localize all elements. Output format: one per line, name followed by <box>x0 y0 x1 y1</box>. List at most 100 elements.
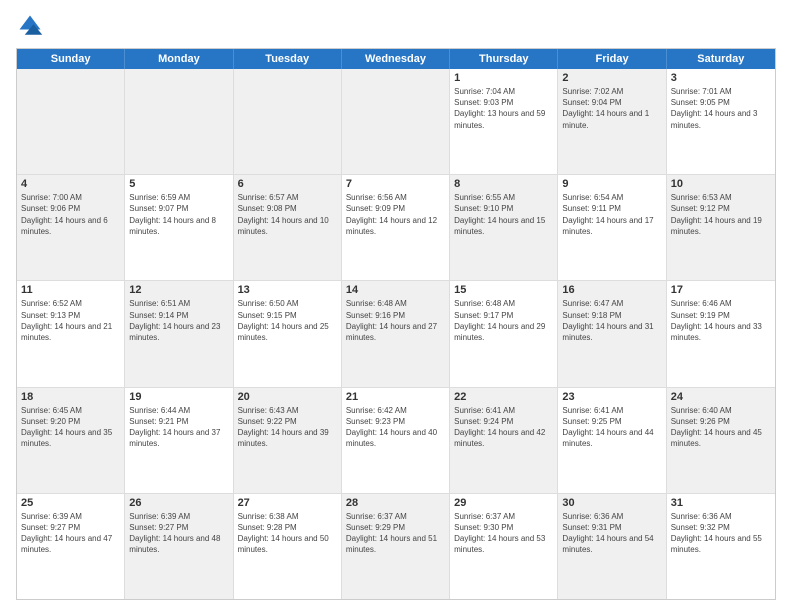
day-number: 31 <box>671 497 771 509</box>
cal-cell-23: 23Sunrise: 6:41 AM Sunset: 9:25 PM Dayli… <box>558 388 666 493</box>
cell-info: Sunrise: 7:00 AM Sunset: 9:06 PM Dayligh… <box>21 192 120 237</box>
cal-cell-2: 2 Sunrise: 7:02 AM Sunset: 9:04 PM Daylig… <box>558 69 666 174</box>
cell-info: Sunrise: 6:48 AM Sunset: 9:17 PM Dayligh… <box>454 298 553 343</box>
cal-cell-9: 9 Sunrise: 6:54 AM Sunset: 9:11 PM Daylig… <box>558 175 666 280</box>
day-number: 24 <box>671 391 771 403</box>
cal-cell-8: 8 Sunrise: 6:55 AM Sunset: 9:10 PM Daylig… <box>450 175 558 280</box>
cal-cell-25: 25 Sunrise: 6:39 AM Sunset: 9:27 PM Dayli… <box>17 494 125 599</box>
cell-info: Sunrise: 6:54 AM Sunset: 9:11 PM Dayligh… <box>562 192 661 237</box>
cell-info: Sunrise: 6:47 AM Sunset: 9:18 PM Dayligh… <box>562 298 661 343</box>
logo-icon <box>16 12 44 40</box>
cell-info: Sunrise: 6:50 AM Sunset: 9:15 PM Dayligh… <box>238 298 337 343</box>
day-number: 22 <box>454 391 553 403</box>
day-number: 11 <box>21 284 120 296</box>
day-number: 26 <box>129 497 228 509</box>
cell-info: Sunrise: 6:55 AM Sunset: 9:10 PM Dayligh… <box>454 192 553 237</box>
day-number: 13 <box>238 284 337 296</box>
cal-cell-28: 28 Sunrise: 6:37 AM Sunset: 9:29 PM Dayli… <box>342 494 450 599</box>
logo <box>16 12 48 40</box>
cal-cell-20: 20 Sunrise: 6:43 AM Sunset: 9:22 PM Dayli… <box>234 388 342 493</box>
cal-cell-6: 6 Sunrise: 6:57 AM Sunset: 9:08 PM Daylig… <box>234 175 342 280</box>
cal-cell-29: 29 Sunrise: 6:37 AM Sunset: 9:30 PM Dayli… <box>450 494 558 599</box>
cell-info: Sunrise: 6:37 AM Sunset: 9:30 PM Dayligh… <box>454 511 553 556</box>
page: SundayMondayTuesdayWednesdayThursdayFrid… <box>0 0 792 612</box>
cal-cell-11: 11 Sunrise: 6:52 AM Sunset: 9:13 PM Dayli… <box>17 281 125 386</box>
day-number: 10 <box>671 178 771 190</box>
cal-cell-13: 13 Sunrise: 6:50 AM Sunset: 9:15 PM Dayli… <box>234 281 342 386</box>
day-number: 17 <box>671 284 771 296</box>
day-number: 21 <box>346 391 445 403</box>
day-number: 4 <box>21 178 120 190</box>
header-day-wednesday: Wednesday <box>342 49 450 69</box>
day-number: 28 <box>346 497 445 509</box>
cell-info: Sunrise: 6:39 AM Sunset: 9:27 PM Dayligh… <box>21 511 120 556</box>
day-number: 23 <box>562 391 661 403</box>
header-day-monday: Monday <box>125 49 233 69</box>
day-number: 6 <box>238 178 337 190</box>
day-number: 25 <box>21 497 120 509</box>
day-number: 18 <box>21 391 120 403</box>
cal-row-4: 18 Sunrise: 6:45 AM Sunset: 9:20 PM Dayli… <box>17 388 775 494</box>
cal-row-1: 1Sunrise: 7:04 AM Sunset: 9:03 PM Daylig… <box>17 69 775 175</box>
cell-info: Sunrise: 6:56 AM Sunset: 9:09 PM Dayligh… <box>346 192 445 237</box>
calendar-header: SundayMondayTuesdayWednesdayThursdayFrid… <box>17 49 775 69</box>
cal-cell-empty-0-0 <box>17 69 125 174</box>
cell-info: Sunrise: 6:37 AM Sunset: 9:29 PM Dayligh… <box>346 511 445 556</box>
header <box>16 12 776 40</box>
cal-cell-12: 12Sunrise: 6:51 AM Sunset: 9:14 PM Dayli… <box>125 281 233 386</box>
header-day-saturday: Saturday <box>667 49 775 69</box>
day-number: 27 <box>238 497 337 509</box>
cell-info: Sunrise: 6:57 AM Sunset: 9:08 PM Dayligh… <box>238 192 337 237</box>
day-number: 9 <box>562 178 661 190</box>
cal-cell-24: 24Sunrise: 6:40 AM Sunset: 9:26 PM Dayli… <box>667 388 775 493</box>
cell-info: Sunrise: 7:01 AM Sunset: 9:05 PM Dayligh… <box>671 86 771 131</box>
day-number: 20 <box>238 391 337 403</box>
cell-info: Sunrise: 6:42 AM Sunset: 9:23 PM Dayligh… <box>346 405 445 450</box>
day-number: 5 <box>129 178 228 190</box>
cell-info: Sunrise: 6:36 AM Sunset: 9:31 PM Dayligh… <box>562 511 661 556</box>
cell-info: Sunrise: 6:52 AM Sunset: 9:13 PM Dayligh… <box>21 298 120 343</box>
day-number: 19 <box>129 391 228 403</box>
cal-cell-27: 27Sunrise: 6:38 AM Sunset: 9:28 PM Dayli… <box>234 494 342 599</box>
cell-info: Sunrise: 6:48 AM Sunset: 9:16 PM Dayligh… <box>346 298 445 343</box>
day-number: 15 <box>454 284 553 296</box>
header-day-sunday: Sunday <box>17 49 125 69</box>
cal-cell-18: 18 Sunrise: 6:45 AM Sunset: 9:20 PM Dayli… <box>17 388 125 493</box>
cal-cell-31: 31 Sunrise: 6:36 AM Sunset: 9:32 PM Dayli… <box>667 494 775 599</box>
cell-info: Sunrise: 6:39 AM Sunset: 9:27 PM Dayligh… <box>129 511 228 556</box>
cal-row-2: 4 Sunrise: 7:00 AM Sunset: 9:06 PM Daylig… <box>17 175 775 281</box>
cal-cell-21: 21 Sunrise: 6:42 AM Sunset: 9:23 PM Dayli… <box>342 388 450 493</box>
cal-cell-15: 15 Sunrise: 6:48 AM Sunset: 9:17 PM Dayli… <box>450 281 558 386</box>
cell-info: Sunrise: 6:46 AM Sunset: 9:19 PM Dayligh… <box>671 298 771 343</box>
day-number: 8 <box>454 178 553 190</box>
day-number: 7 <box>346 178 445 190</box>
cal-cell-10: 10Sunrise: 6:53 AM Sunset: 9:12 PM Dayli… <box>667 175 775 280</box>
cell-info: Sunrise: 6:45 AM Sunset: 9:20 PM Dayligh… <box>21 405 120 450</box>
cal-cell-17: 17 Sunrise: 6:46 AM Sunset: 9:19 PM Dayli… <box>667 281 775 386</box>
cal-cell-14: 14 Sunrise: 6:48 AM Sunset: 9:16 PM Dayli… <box>342 281 450 386</box>
cell-info: Sunrise: 7:02 AM Sunset: 9:04 PM Dayligh… <box>562 86 661 131</box>
cal-cell-empty-0-1 <box>125 69 233 174</box>
cal-row-3: 11 Sunrise: 6:52 AM Sunset: 9:13 PM Dayli… <box>17 281 775 387</box>
cal-cell-7: 7 Sunrise: 6:56 AM Sunset: 9:09 PM Daylig… <box>342 175 450 280</box>
cal-cell-empty-0-2 <box>234 69 342 174</box>
cal-cell-30: 30Sunrise: 6:36 AM Sunset: 9:31 PM Dayli… <box>558 494 666 599</box>
day-number: 29 <box>454 497 553 509</box>
cal-row-5: 25 Sunrise: 6:39 AM Sunset: 9:27 PM Dayli… <box>17 494 775 599</box>
day-number: 3 <box>671 72 771 84</box>
cal-cell-4: 4 Sunrise: 7:00 AM Sunset: 9:06 PM Daylig… <box>17 175 125 280</box>
cell-info: Sunrise: 6:43 AM Sunset: 9:22 PM Dayligh… <box>238 405 337 450</box>
cell-info: Sunrise: 7:04 AM Sunset: 9:03 PM Dayligh… <box>454 86 553 131</box>
calendar-body: 1Sunrise: 7:04 AM Sunset: 9:03 PM Daylig… <box>17 69 775 599</box>
cal-cell-3: 3 Sunrise: 7:01 AM Sunset: 9:05 PM Daylig… <box>667 69 775 174</box>
cal-cell-1: 1Sunrise: 7:04 AM Sunset: 9:03 PM Daylig… <box>450 69 558 174</box>
cal-cell-5: 5Sunrise: 6:59 AM Sunset: 9:07 PM Daylig… <box>125 175 233 280</box>
cal-cell-19: 19Sunrise: 6:44 AM Sunset: 9:21 PM Dayli… <box>125 388 233 493</box>
cal-cell-22: 22Sunrise: 6:41 AM Sunset: 9:24 PM Dayli… <box>450 388 558 493</box>
day-number: 2 <box>562 72 661 84</box>
cell-info: Sunrise: 6:36 AM Sunset: 9:32 PM Dayligh… <box>671 511 771 556</box>
header-day-friday: Friday <box>558 49 666 69</box>
day-number: 14 <box>346 284 445 296</box>
header-day-tuesday: Tuesday <box>234 49 342 69</box>
cell-info: Sunrise: 6:51 AM Sunset: 9:14 PM Dayligh… <box>129 298 228 343</box>
